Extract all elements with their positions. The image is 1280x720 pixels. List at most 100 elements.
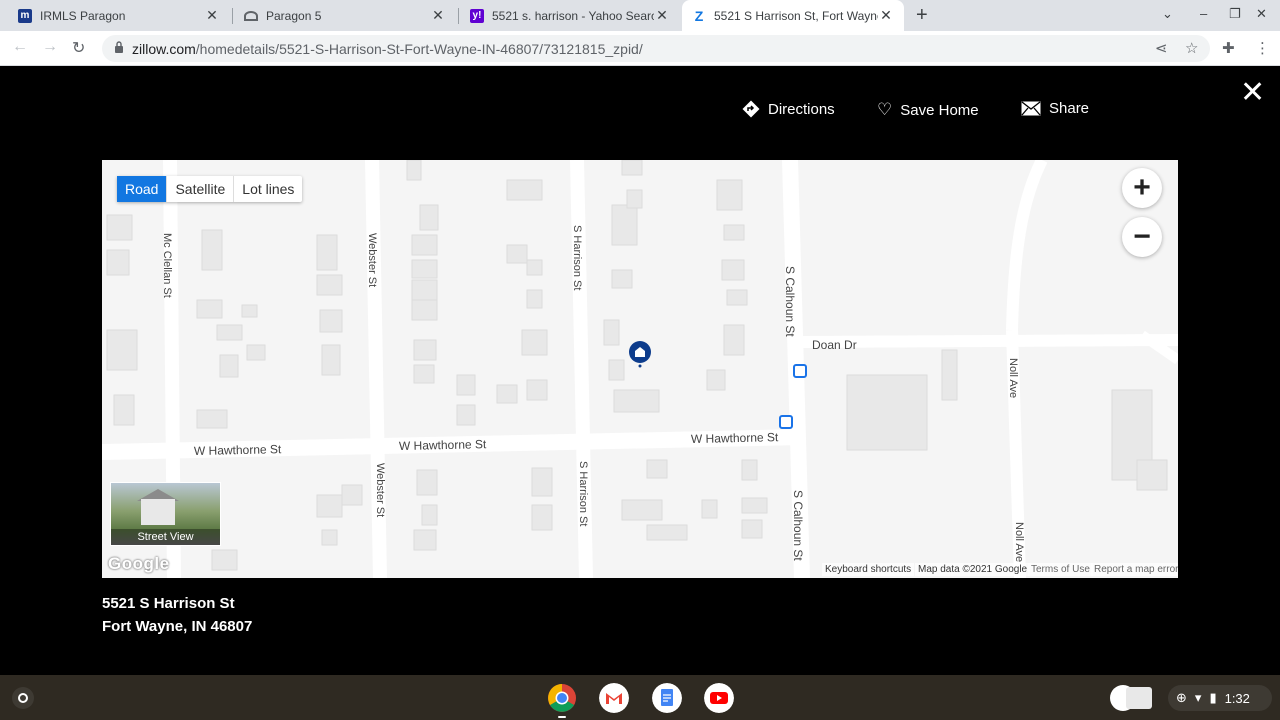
- tab-close-icon[interactable]: ✕: [654, 7, 670, 24]
- tab-zillow[interactable]: Z 5521 S Harrison St, Fort Wayne, ✕: [682, 0, 904, 31]
- keyboard-shortcuts-link[interactable]: Keyboard shortcuts: [822, 563, 915, 576]
- street-view-thumbnail[interactable]: Street View: [110, 482, 221, 546]
- launcher-circle-icon: [18, 693, 28, 703]
- google-logo[interactable]: Google: [108, 554, 170, 574]
- report-map-error-link[interactable]: Report a map error: [1091, 563, 1178, 576]
- window-close-icon[interactable]: ✕: [1256, 6, 1267, 22]
- browser-toolbar: ← → ↻ zillow.com/homedetails/5521-S-Harr…: [0, 31, 1280, 66]
- house-shape: [141, 499, 175, 525]
- street-label: S Harrison St: [571, 225, 583, 290]
- back-arrow-icon[interactable]: ←: [12, 38, 28, 56]
- restore-icon[interactable]: ❐: [1229, 6, 1241, 22]
- tab-title: IRMLS Paragon: [40, 8, 126, 23]
- launcher-button[interactable]: [12, 687, 34, 709]
- tab-separator: [458, 8, 459, 24]
- street-doan: [801, 334, 1178, 348]
- map-data-attribution: Map data ©2021 Google: [915, 563, 1031, 576]
- tab-irmls-paragon[interactable]: m IRMLS Paragon ✕: [8, 0, 230, 31]
- transit-stop-icon[interactable]: [793, 364, 807, 378]
- street-label: Noll Ave: [1013, 522, 1025, 562]
- directions-icon: [742, 100, 760, 118]
- browser-menu-icon[interactable]: ⋮: [1255, 39, 1270, 57]
- yahoo-favicon-icon: y!: [470, 8, 484, 23]
- envelope-icon: [1021, 101, 1041, 116]
- street-label: Webster St: [374, 463, 386, 517]
- street-view-label: Street View: [111, 529, 220, 545]
- zillow-map-overlay: Directions ♡ Save Home Share ✕ Mc Clella…: [0, 66, 1280, 675]
- save-home-button[interactable]: ♡ Save Home: [877, 100, 979, 120]
- street-label: Mc Clellan St: [161, 233, 173, 298]
- map-view[interactable]: Mc Clellan St Webster St S Harrison St S…: [102, 160, 1178, 578]
- plus-icon: +: [1133, 171, 1151, 204]
- directions-label: Directions: [768, 100, 835, 118]
- directions-button[interactable]: Directions: [742, 100, 835, 118]
- clock-time: 1:32: [1224, 690, 1250, 706]
- share-button[interactable]: Share: [1021, 100, 1089, 117]
- url-text[interactable]: zillow.com/homedetails/5521-S-Harrison-S…: [132, 41, 643, 57]
- zoom-out-button[interactable]: −: [1122, 217, 1162, 257]
- tab-close-icon[interactable]: ✕: [430, 7, 446, 24]
- street-label: Doan Dr: [812, 338, 857, 352]
- street-label: W Hawthorne St: [691, 430, 779, 446]
- address-line-1: 5521 S Harrison St: [102, 595, 235, 612]
- url-path: /homedetails/5521-S-Harrison-St-Fort-Way…: [195, 41, 643, 57]
- terms-of-use-link[interactable]: Terms of Use: [1028, 563, 1093, 576]
- forward-arrow-icon[interactable]: →: [42, 38, 58, 56]
- share-label: Share: [1049, 100, 1090, 117]
- street-label: Noll Ave: [1007, 358, 1019, 398]
- tab-title: Paragon 5: [266, 8, 322, 23]
- holding-space-icon[interactable]: [1110, 685, 1154, 711]
- reload-icon[interactable]: ↻: [72, 38, 85, 58]
- active-app-indicator: [558, 716, 566, 718]
- home-marker-icon[interactable]: [629, 341, 651, 368]
- docs-app-icon[interactable]: [652, 683, 682, 713]
- tab-yahoo-search[interactable]: y! 5521 s. harrison - Yahoo Search ✕: [460, 0, 680, 31]
- save-home-label: Save Home: [900, 101, 979, 119]
- new-tab-icon[interactable]: +: [916, 4, 928, 27]
- address-bar[interactable]: zillow.com/homedetails/5521-S-Harrison-S…: [102, 35, 1210, 62]
- map-type-selector: Road Satellite Lot lines: [117, 176, 303, 202]
- wifi-icon: ▾: [1194, 690, 1202, 705]
- street-label: S Calhoun St: [791, 490, 805, 561]
- tab-close-icon[interactable]: ✕: [204, 7, 220, 24]
- gmail-app-icon[interactable]: [599, 683, 629, 713]
- status-tray[interactable]: ⊕ ▾ ▮ 1:32: [1168, 685, 1272, 711]
- street-label: S Calhoun St: [783, 266, 797, 337]
- browser-tab-strip: m IRMLS Paragon ✕ Paragon 5 ✕ y! 5521 s.…: [0, 0, 1280, 31]
- heart-icon: ♡: [877, 100, 893, 119]
- street-label: W Hawthorne St: [399, 437, 487, 453]
- os-shelf: ⊕ ▾ ▮ 1:32: [0, 675, 1280, 720]
- zoom-in-button[interactable]: +: [1122, 168, 1162, 208]
- street-label: S Harrison St: [577, 461, 589, 526]
- close-overlay-icon[interactable]: ✕: [1240, 78, 1265, 108]
- tab-separator: [232, 8, 233, 24]
- tab-paragon-5[interactable]: Paragon 5 ✕: [234, 0, 456, 31]
- bookmark-star-icon[interactable]: ☆: [1185, 39, 1198, 57]
- lock-icon[interactable]: [114, 41, 124, 53]
- map-type-road[interactable]: Road: [117, 176, 168, 202]
- share-page-icon[interactable]: ⋖: [1155, 39, 1168, 57]
- map-canvas[interactable]: Mc Clellan St Webster St S Harrison St S…: [102, 160, 1178, 578]
- transit-stop-icon[interactable]: [779, 415, 793, 429]
- paragon-favicon-icon: [244, 10, 258, 21]
- extensions-puzzle-icon[interactable]: ✚: [1222, 39, 1235, 57]
- zillow-favicon-icon: Z: [694, 7, 704, 24]
- tab-title: 5521 S Harrison St, Fort Wayne,: [714, 8, 878, 23]
- street-label: W Hawthorne St: [194, 442, 282, 458]
- street-label: Webster St: [366, 233, 378, 287]
- map-type-lot-lines[interactable]: Lot lines: [234, 176, 302, 202]
- chrome-app-icon[interactable]: [547, 683, 577, 713]
- youtube-app-icon[interactable]: [704, 683, 734, 713]
- tab-title: 5521 s. harrison - Yahoo Search: [492, 8, 654, 23]
- battery-icon: ▮: [1209, 690, 1217, 705]
- url-host: zillow.com: [132, 41, 196, 57]
- tab-search-chevron-icon[interactable]: ⌄: [1162, 6, 1173, 22]
- address-line-2: Fort Wayne, IN 46807: [102, 618, 253, 635]
- irmls-favicon-icon: m: [18, 8, 32, 23]
- tab-close-icon[interactable]: ✕: [878, 7, 894, 24]
- street-curve: [1006, 160, 1048, 331]
- map-type-satellite[interactable]: Satellite: [167, 176, 235, 202]
- minimize-icon[interactable]: –: [1200, 6, 1207, 21]
- add-circle-icon: ⊕: [1176, 690, 1187, 705]
- minus-icon: −: [1133, 220, 1151, 253]
